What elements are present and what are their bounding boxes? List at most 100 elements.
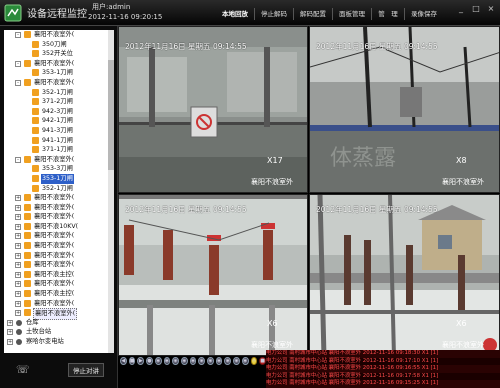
tree-item[interactable]: 941-3刀闸 [4, 126, 108, 136]
nav-panel-manage[interactable]: 面板管理 [334, 8, 370, 20]
nav-manage[interactable]: 管 理 [373, 8, 403, 20]
tree-item[interactable]: - 襄阳不浪室外( [4, 78, 108, 88]
nav-stop-decode[interactable]: 停止解码 [256, 8, 292, 20]
nav-decode-config[interactable]: 解码配置 [295, 8, 331, 20]
log-row[interactable]: 电力公司 南村城市中心站 襄阳不浪室外 2012-11-16 09:16:55 … [266, 365, 500, 373]
tree-item-label: 土牧台站 [26, 328, 52, 336]
nav-record-save[interactable]: 录像保存 [406, 8, 442, 20]
phone-icon[interactable]: ☏ [16, 364, 30, 376]
tree-item[interactable]: + 襄阳不浪室外( [4, 260, 108, 270]
control-button[interactable]: ▶ [137, 357, 145, 365]
minimize-button[interactable]: _ [455, 4, 467, 14]
log-row[interactable]: 电力公司 南村城市中心站 襄阳不浪室外 2012-11-16 09:18:30 … [266, 350, 500, 358]
expand-icon[interactable]: + [15, 214, 21, 221]
tree-item-label: 仓库 [26, 318, 39, 326]
expand-icon[interactable]: + [15, 195, 21, 202]
expand-icon[interactable]: + [15, 204, 21, 211]
tree-item[interactable]: 942-1刀闸 [4, 116, 108, 126]
expand-icon[interactable]: + [15, 300, 21, 307]
control-button[interactable]: ◉ [233, 357, 240, 365]
expand-icon[interactable]: + [15, 310, 21, 317]
tree-item[interactable]: 350刀闸 [4, 40, 108, 50]
control-button[interactable]: ◉ [172, 357, 179, 365]
tree-item[interactable]: + 襄阳不浪室外( [4, 251, 108, 261]
tree-item[interactable]: 371-1刀闸 [4, 145, 108, 155]
video-tile-1[interactable]: 2012年11月16日 星期五 09:14:55 X17 襄阳不浪室外 [118, 26, 308, 193]
collapse-icon[interactable]: - [15, 60, 21, 67]
tree-item[interactable]: + 襄阳不浪室外( [4, 193, 108, 203]
nav-separator [332, 8, 333, 20]
control-button[interactable]: ◉ [189, 357, 197, 365]
tree-item[interactable]: 371-2刀闸 [4, 97, 108, 107]
tree-item[interactable]: 352开关位 [4, 49, 108, 59]
expand-icon[interactable]: + [7, 329, 13, 336]
maximize-button[interactable]: □ [470, 4, 482, 14]
control-button[interactable]: ● [146, 357, 153, 365]
collapse-icon[interactable]: - [15, 156, 21, 163]
expand-icon[interactable]: + [15, 243, 21, 250]
video-tile-4[interactable]: 2012年11月16日 星期五 09:14:55 X6 襄阳不浪室外 [309, 194, 500, 356]
expand-icon[interactable]: + [15, 262, 21, 269]
camera-icon [32, 184, 39, 192]
camera-icon [24, 251, 31, 259]
tree-item[interactable]: + 察哈尔变电站 [4, 337, 108, 347]
stop-call-button[interactable]: 停止对讲 [68, 363, 104, 377]
tree-item[interactable]: + 襄阳不浪室外( [4, 203, 108, 213]
tree-item[interactable]: - 襄阳不浪室外( [4, 155, 108, 165]
nav-local-playback[interactable]: 本地回放 [217, 8, 253, 20]
expand-icon[interactable]: + [15, 271, 21, 278]
expand-icon[interactable]: + [15, 252, 21, 259]
tree-item[interactable]: + 仓库 [4, 318, 108, 328]
tree-item[interactable]: + 襄阳不浪室外( [4, 299, 108, 309]
camera-icon [32, 40, 39, 48]
control-button[interactable]: ◉ [207, 357, 214, 365]
collapse-icon[interactable]: - [15, 79, 21, 86]
video-tile-3[interactable]: 2012年11月16日 星期五 09:14:55 X6 襄阳不浪室外 [118, 194, 308, 356]
control-button[interactable]: ■ [128, 357, 136, 365]
log-row[interactable]: 电力公司 南村城市中心站 襄阳不浪室外 2012-11-16 09:15:25 … [266, 380, 500, 388]
station-icon [16, 319, 22, 326]
tree-item[interactable]: + 襄阳不浪室外( [4, 241, 108, 251]
tree-item[interactable]: - 襄阳不浪室外( [4, 59, 108, 69]
expand-icon[interactable]: + [15, 223, 21, 230]
camera-icon [24, 290, 31, 298]
control-button[interactable]: ◉ [198, 357, 206, 365]
tree-item[interactable]: - 襄阳不浪室外( [4, 30, 108, 40]
tree-item[interactable]: 352-1刀闸 [4, 88, 108, 98]
control-button[interactable]: ◉ [163, 357, 171, 365]
expand-icon[interactable]: + [7, 339, 13, 345]
device-tree: - 襄阳不浪室外(350刀闸 352开关位 - 襄阳不浪室外(353-1刀闸 - 襄阳不浪室… [4, 30, 108, 353]
control-button[interactable]: ■ [259, 357, 267, 365]
tree-item[interactable]: 353-1刀闸 [4, 68, 108, 78]
tree-item[interactable]: 942-3刀闸 [4, 107, 108, 117]
tree-item[interactable]: + 襄阳不浪主控( [4, 289, 108, 299]
tree-item[interactable]: + 襄阳不浪室外( [4, 308, 108, 320]
expand-icon[interactable]: + [15, 291, 21, 298]
tree-item[interactable]: + 襄阳不浪室外( [4, 231, 108, 241]
control-button[interactable]: ◉ [154, 357, 162, 365]
control-button[interactable]: ◉ [241, 357, 249, 365]
tree-item[interactable]: + 襄阳不浪10KV( [4, 222, 108, 232]
light-icon[interactable]: ☼ [250, 357, 258, 365]
tree-item[interactable]: + 襄阳不浪主控( [4, 270, 108, 280]
tree-scrollbar[interactable] [108, 30, 114, 353]
expand-icon[interactable]: + [7, 319, 13, 326]
tree-item[interactable]: 352-1刀闸 [4, 184, 108, 194]
video-tile-2[interactable]: 体蒸露 2012年11月16日 星期五 09:14:55 X8 襄阳不浪室外 [309, 26, 500, 193]
tree-item[interactable]: + 土牧台站 [4, 327, 108, 337]
control-button[interactable]: ◀ [120, 357, 127, 365]
expand-icon[interactable]: + [15, 233, 21, 240]
control-button[interactable]: ◉ [215, 357, 223, 365]
tree-item[interactable]: 941-1刀闸 [4, 136, 108, 146]
expand-icon[interactable]: + [15, 281, 21, 288]
tree-item[interactable]: + 襄阳不浪室外( [4, 279, 108, 289]
tree-item[interactable]: 353-1刀闸 [4, 173, 108, 184]
collapse-icon[interactable]: - [15, 32, 21, 38]
control-button[interactable]: ◉ [180, 357, 188, 365]
scrollbar-thumb[interactable] [108, 60, 114, 170]
tree-item-label: 371-1刀闸 [42, 146, 73, 154]
control-button[interactable]: ◉ [224, 357, 232, 365]
close-button[interactable]: × [485, 4, 497, 14]
tree-item[interactable]: 353-3刀闸 [4, 164, 108, 174]
tree-item[interactable]: + 襄阳不浪室外( [4, 212, 108, 222]
